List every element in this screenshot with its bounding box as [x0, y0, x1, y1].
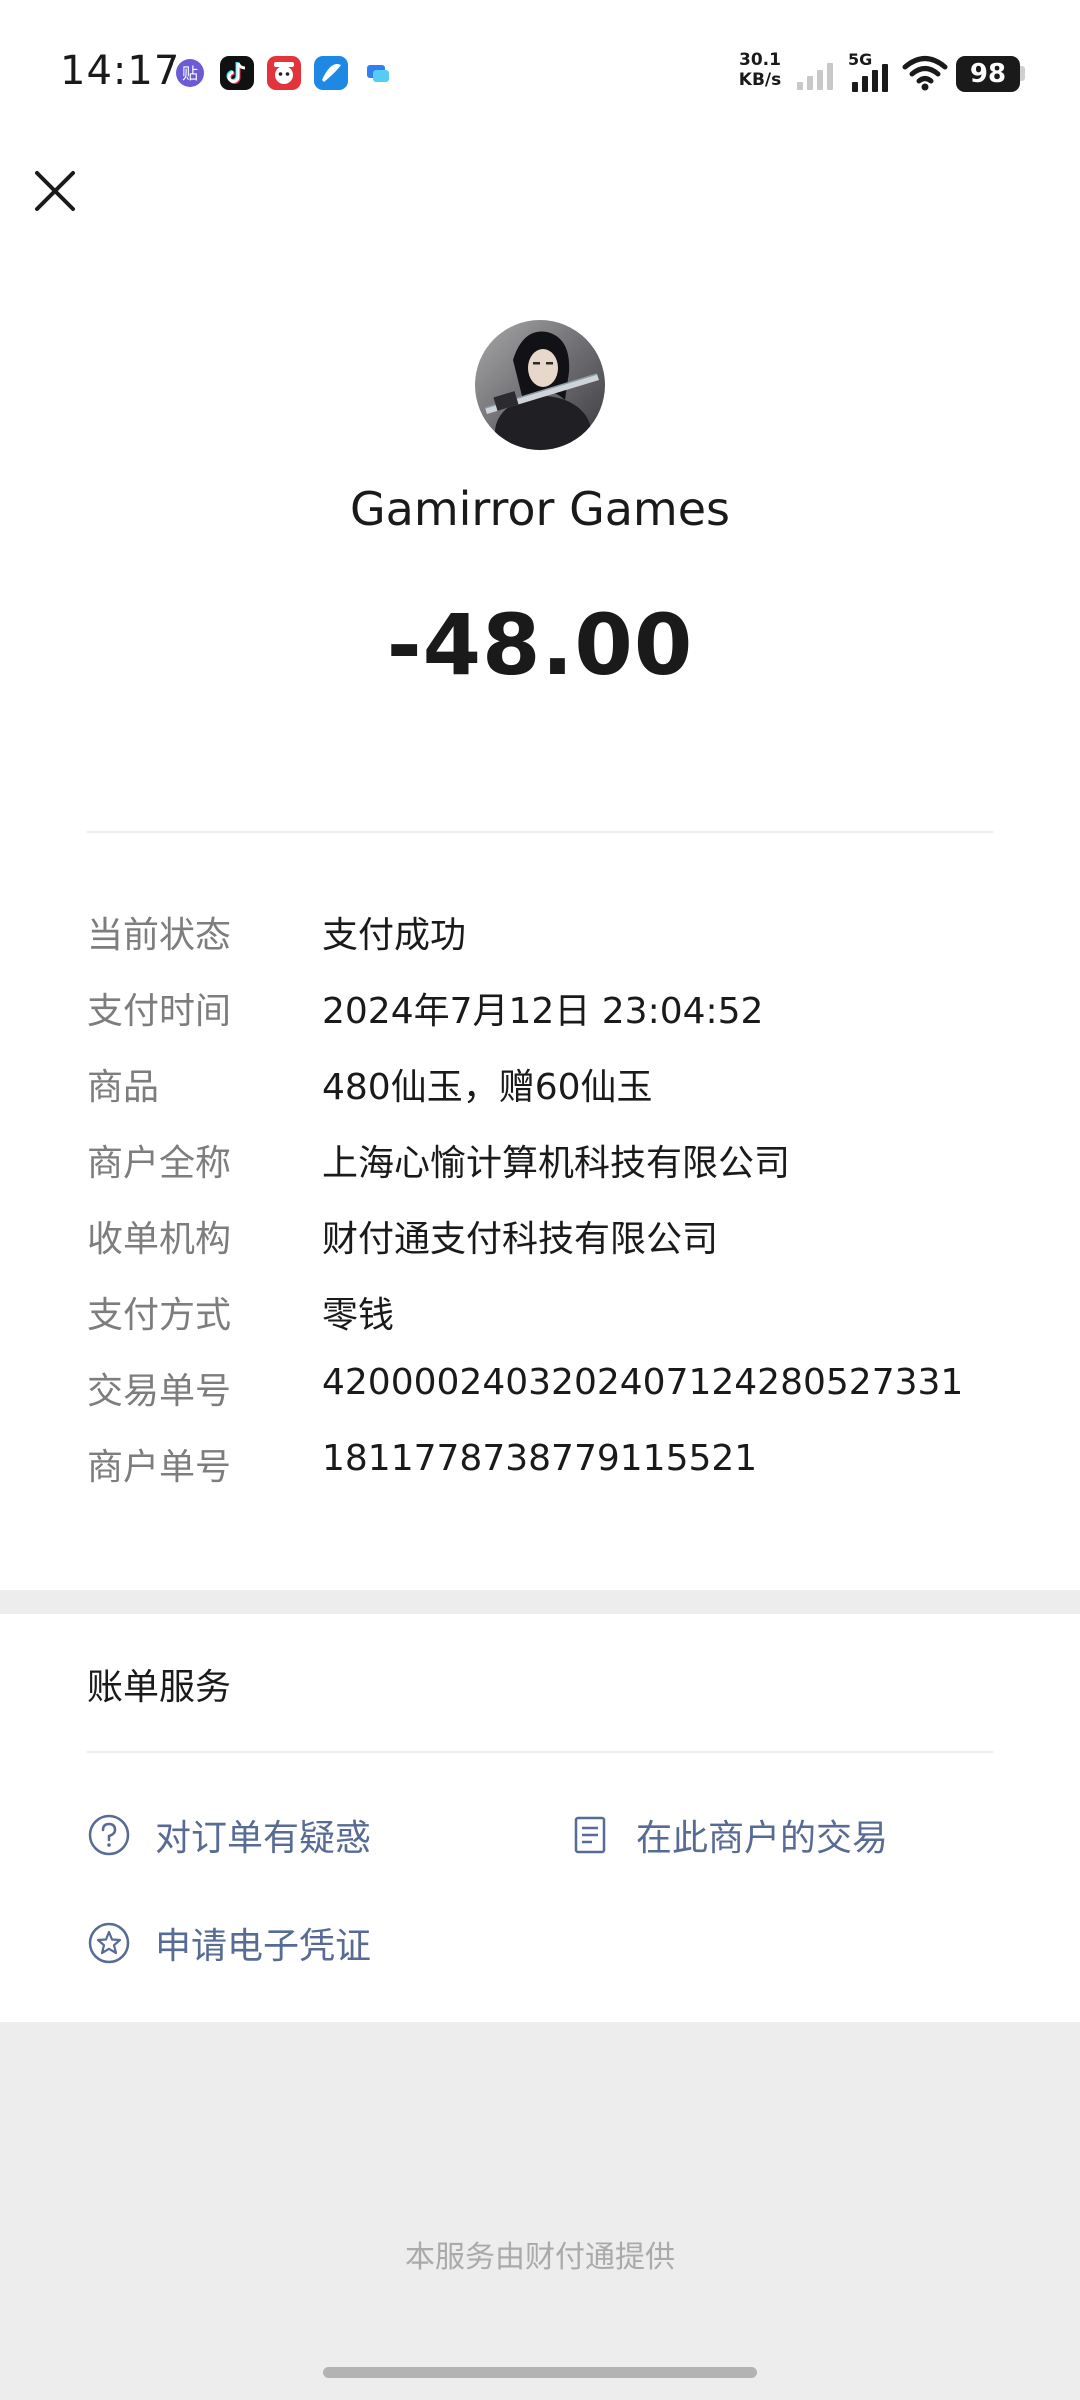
merchant-order-id-value[interactable]: 1811778738779115521 — [322, 1438, 757, 1479]
svg-text:贴: 贴 — [182, 64, 198, 83]
detail-label: 支付时间 — [87, 991, 232, 1032]
home-indicator[interactable] — [323, 2367, 757, 2378]
close-icon — [35, 171, 75, 211]
merchant-avatar-image — [475, 320, 605, 450]
detail-label: 商品 — [87, 1067, 160, 1108]
detail-label: 商户全称 — [87, 1143, 232, 1184]
xiaohongshu-icon — [267, 56, 301, 90]
detail-row-status: 当前状态 支付成功 — [87, 906, 1047, 966]
detail-row-product: 商品 480仙玉，赠60仙玉 — [87, 1058, 1047, 1118]
document-list-icon — [574, 1816, 606, 1854]
detail-row-pay-method: 支付方式 零钱 — [87, 1286, 1047, 1346]
tiktok-icon — [220, 56, 254, 90]
detail-row-acquirer: 收单机构 财付通支付科技有限公司 — [87, 1210, 1047, 1270]
battery-tip — [1020, 66, 1025, 81]
network-type-label: 5G — [848, 50, 873, 69]
signal-5g-icon: 5G — [848, 52, 894, 92]
battery-level: 98 — [956, 56, 1020, 92]
transaction-id-value[interactable]: 4200002403202407124280527331 — [322, 1362, 963, 1403]
service-provider-note: 本服务由财付通提供 — [405, 2240, 675, 2275]
order-question-link[interactable]: 对订单有疑惑 — [87, 1800, 371, 1870]
acquirer-value: 财付通支付科技有限公司 — [322, 1219, 719, 1260]
services-title: 账单服务 — [87, 1667, 232, 1708]
detail-row-merchant-fullname: 商户全称 上海心愉计算机科技有限公司 — [87, 1134, 1047, 1194]
merchant-avatar — [475, 320, 605, 450]
merchant-fullname-value: 上海心愉计算机科技有限公司 — [322, 1143, 791, 1184]
payment-status-value: 支付成功 — [322, 915, 467, 956]
wifi-icon — [902, 54, 948, 92]
service-link-label: 对订单有疑惑 — [155, 1818, 372, 1859]
service-link-label: 在此商户的交易 — [636, 1818, 889, 1859]
detail-label: 交易单号 — [87, 1371, 232, 1412]
network-speed-unit: KB/s — [738, 70, 782, 90]
status-time: 14:17 — [60, 48, 181, 94]
amount-divider — [87, 831, 993, 833]
network-speed: 30.1 KB/s — [734, 50, 786, 90]
detail-label: 当前状态 — [87, 915, 232, 956]
e-voucher-link[interactable]: 申请电子凭证 — [87, 1908, 371, 1978]
payment-amount: -48.00 — [386, 596, 694, 694]
message-icon — [361, 56, 395, 90]
payment-method-value: 零钱 — [322, 1295, 395, 1336]
detail-label: 支付方式 — [87, 1295, 232, 1336]
detail-label: 商户单号 — [87, 1447, 232, 1488]
service-link-label: 申请电子凭证 — [155, 1926, 372, 1967]
merchant-transactions-link[interactable]: 在此商户的交易 — [568, 1800, 888, 1870]
merchant-name: Gamirror Games — [349, 482, 731, 536]
question-circle-icon — [88, 1814, 130, 1856]
signal-weak-icon — [797, 60, 837, 90]
payment-time-value: 2024年7月12日 23:04:52 — [322, 991, 764, 1032]
star-circle-icon — [88, 1922, 130, 1964]
tieba-icon: 贴 — [173, 56, 207, 90]
browser-icon — [314, 56, 348, 90]
close-button[interactable] — [22, 158, 84, 220]
services-divider — [87, 1751, 993, 1753]
detail-label: 收单机构 — [87, 1219, 232, 1260]
detail-row-merchant-order-id: 商户单号 1811778738779115521 — [87, 1438, 1047, 1498]
detail-row-pay-time: 支付时间 2024年7月12日 23:04:52 — [87, 982, 1047, 1042]
detail-row-transaction-id: 交易单号 4200002403202407124280527331 — [87, 1362, 1047, 1422]
product-value: 480仙玉，赠60仙玉 — [322, 1067, 653, 1108]
network-speed-value: 30.1 — [739, 50, 781, 70]
